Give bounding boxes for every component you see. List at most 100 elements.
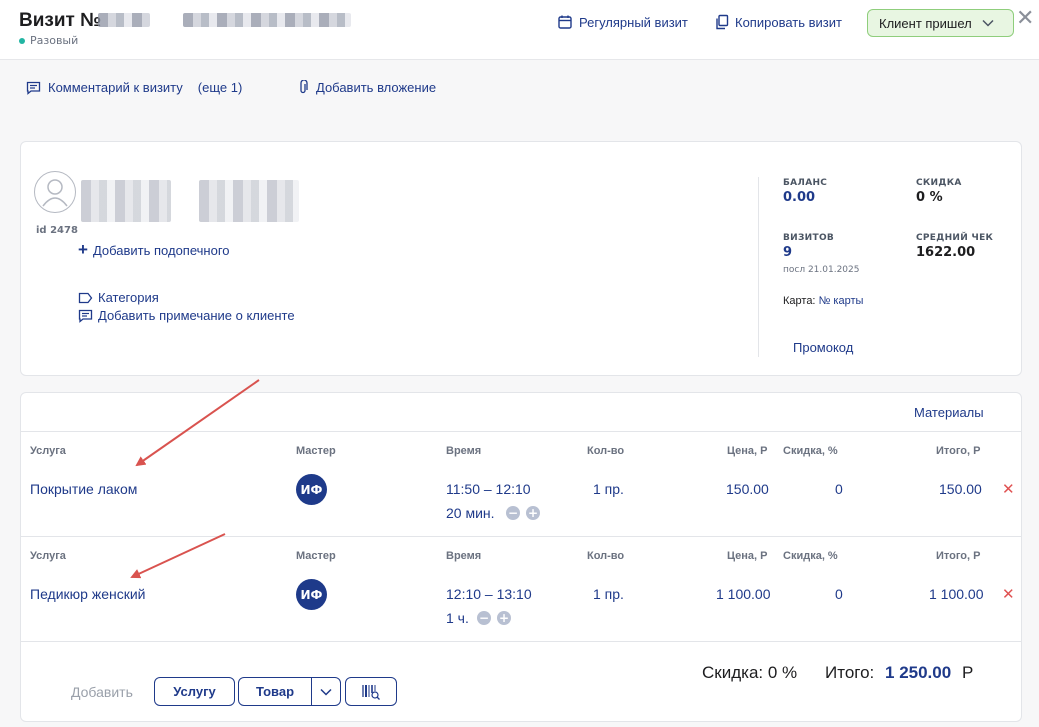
col-time-header: Время [446, 550, 482, 562]
discount-summary: Скидка: 0 % [702, 663, 797, 683]
card-value: № карты [818, 295, 864, 307]
user-icon [42, 179, 68, 207]
chevron-down-icon [320, 688, 332, 696]
add-product-dropdown[interactable] [311, 677, 341, 706]
increase-duration-icon[interactable]: + [497, 611, 511, 625]
add-note-label: Добавить примечание о клиенте [98, 308, 295, 323]
service-name-link[interactable]: Педикюр женский [30, 586, 145, 602]
status-dot-icon [19, 37, 25, 44]
currency-label: Р [961, 663, 974, 682]
card-label: Карта: [783, 295, 816, 307]
col-master-header: Мастер [296, 550, 336, 562]
comment-more: (еще 1) [197, 80, 243, 95]
avg-check-value: 1622.00 [916, 245, 976, 260]
row-divider [21, 536, 1021, 537]
chevron-down-icon [982, 19, 994, 27]
card-number-field[interactable]: Карта: № карты [783, 295, 863, 307]
client-id: id 2478 [36, 225, 78, 236]
master-avatar[interactable]: ИФ [296, 579, 327, 610]
add-label: Добавить [71, 684, 133, 700]
balance-value: 0.00 [783, 190, 816, 205]
col-master-header: Мастер [296, 445, 336, 457]
client-card: id 2478 + Добавить подопечного Категория… [20, 141, 1022, 376]
service-discount[interactable]: 0 [835, 481, 843, 497]
discount-summary-value: 0 % [767, 663, 798, 682]
avg-check-label: СРЕДНИЙ ЧЕК [916, 233, 994, 243]
visits-value: 9 [783, 245, 793, 260]
client-status-dropdown[interactable]: Клиент пришел [867, 9, 1014, 37]
visit-total: Итого: 1 250.00 Р [825, 663, 973, 683]
col-total-header: Итого, Р [936, 550, 981, 562]
add-dependent-label: Добавить подопечного [92, 242, 230, 258]
service-time[interactable]: 11:50 – 12:10 [446, 481, 531, 497]
regular-visit-label: Регулярный визит [579, 14, 688, 30]
delete-icon[interactable]: ✕ [1002, 480, 1015, 498]
total-value: 1 250.00 [885, 663, 952, 682]
discount-value: 0 % [916, 190, 943, 205]
service-name-link[interactable]: Покрытие лаком [30, 481, 137, 497]
delete-icon[interactable]: ✕ [1002, 585, 1015, 603]
copy-visit-button[interactable]: Копировать визит [715, 14, 842, 30]
service-price[interactable]: 150.00 [726, 481, 769, 497]
service-time[interactable]: 12:10 – 13:10 [446, 586, 532, 602]
col-qty-header: Кол-во [587, 445, 625, 457]
col-service-header: Услуга [30, 550, 66, 562]
service-qty[interactable]: 1 пр. [593, 586, 624, 602]
comment-label: Комментарий к визиту [48, 80, 183, 95]
services-table: Материалы Услуга Мастер Время Кол-во Цен… [20, 392, 1022, 722]
col-service-header: Услуга [30, 445, 66, 457]
col-discount-header: Скидка, % [783, 445, 838, 457]
copy-icon [716, 14, 729, 30]
discount-label: СКИДКА [916, 178, 962, 188]
barcode-scan-button[interactable] [345, 677, 397, 706]
calendar-icon [558, 15, 572, 29]
barcode-icon [362, 684, 380, 700]
row-divider [21, 641, 1021, 642]
visit-type: Разовый [19, 34, 78, 47]
col-total-header: Итого, Р [936, 445, 981, 457]
close-icon[interactable]: ✕ [1016, 8, 1034, 30]
add-service-button[interactable]: Услугу [154, 677, 235, 706]
decrease-duration-icon[interactable]: − [477, 611, 491, 625]
col-price-header: Цена, Р [727, 550, 768, 562]
regular-visit-button[interactable]: Регулярный визит [557, 14, 688, 30]
table-divider [21, 431, 1021, 432]
balance-label: БАЛАНС [783, 178, 828, 188]
visit-type-label: Разовый [30, 34, 79, 47]
materials-link[interactable]: Материалы [914, 405, 984, 420]
add-dependent-button[interactable]: + Добавить подопечного [78, 240, 230, 260]
service-total: 1 100.00 [929, 586, 984, 602]
increase-duration-icon[interactable]: + [526, 506, 540, 520]
add-client-note-button[interactable]: Добавить примечание о клиенте [78, 308, 295, 323]
last-visit-date: посл 21.01.2025 [783, 265, 860, 275]
col-time-header: Время [446, 445, 482, 457]
promo-label: Промокод [793, 340, 854, 355]
note-icon [78, 309, 93, 323]
materials-label: Материалы [914, 405, 984, 420]
visit-title: Визит № [19, 10, 102, 31]
visit-comment-link[interactable]: Комментарий к визиту (еще 1) [26, 80, 242, 95]
col-discount-header: Скидка, % [783, 550, 838, 562]
col-qty-header: Кол-во [587, 550, 625, 562]
category-button[interactable]: Категория [78, 290, 159, 305]
service-qty[interactable]: 1 пр. [593, 481, 624, 497]
master-avatar[interactable]: ИФ [296, 474, 327, 505]
add-attachment-link[interactable]: Добавить вложение [297, 80, 436, 95]
copy-visit-label: Копировать визит [735, 14, 842, 30]
blurred-visit-date [183, 13, 351, 27]
blurred-client-name [81, 180, 171, 222]
avatar [34, 171, 76, 213]
decrease-duration-icon[interactable]: − [506, 506, 520, 520]
plus-icon: + [78, 240, 88, 259]
paperclip-icon [300, 80, 308, 94]
service-discount[interactable]: 0 [835, 586, 843, 602]
stats-divider [758, 177, 759, 357]
col-price-header: Цена, Р [727, 445, 768, 457]
add-product-button[interactable]: Товар [238, 677, 312, 706]
service-duration: 1 ч. [446, 610, 469, 626]
visit-header: Визит № Разовый Регулярный визит Копиров… [0, 0, 1039, 60]
service-price[interactable]: 1 100.00 [716, 586, 771, 602]
promo-code-button[interactable]: Промокод [793, 340, 853, 355]
comment-icon [26, 81, 41, 95]
category-label: Категория [98, 290, 159, 305]
